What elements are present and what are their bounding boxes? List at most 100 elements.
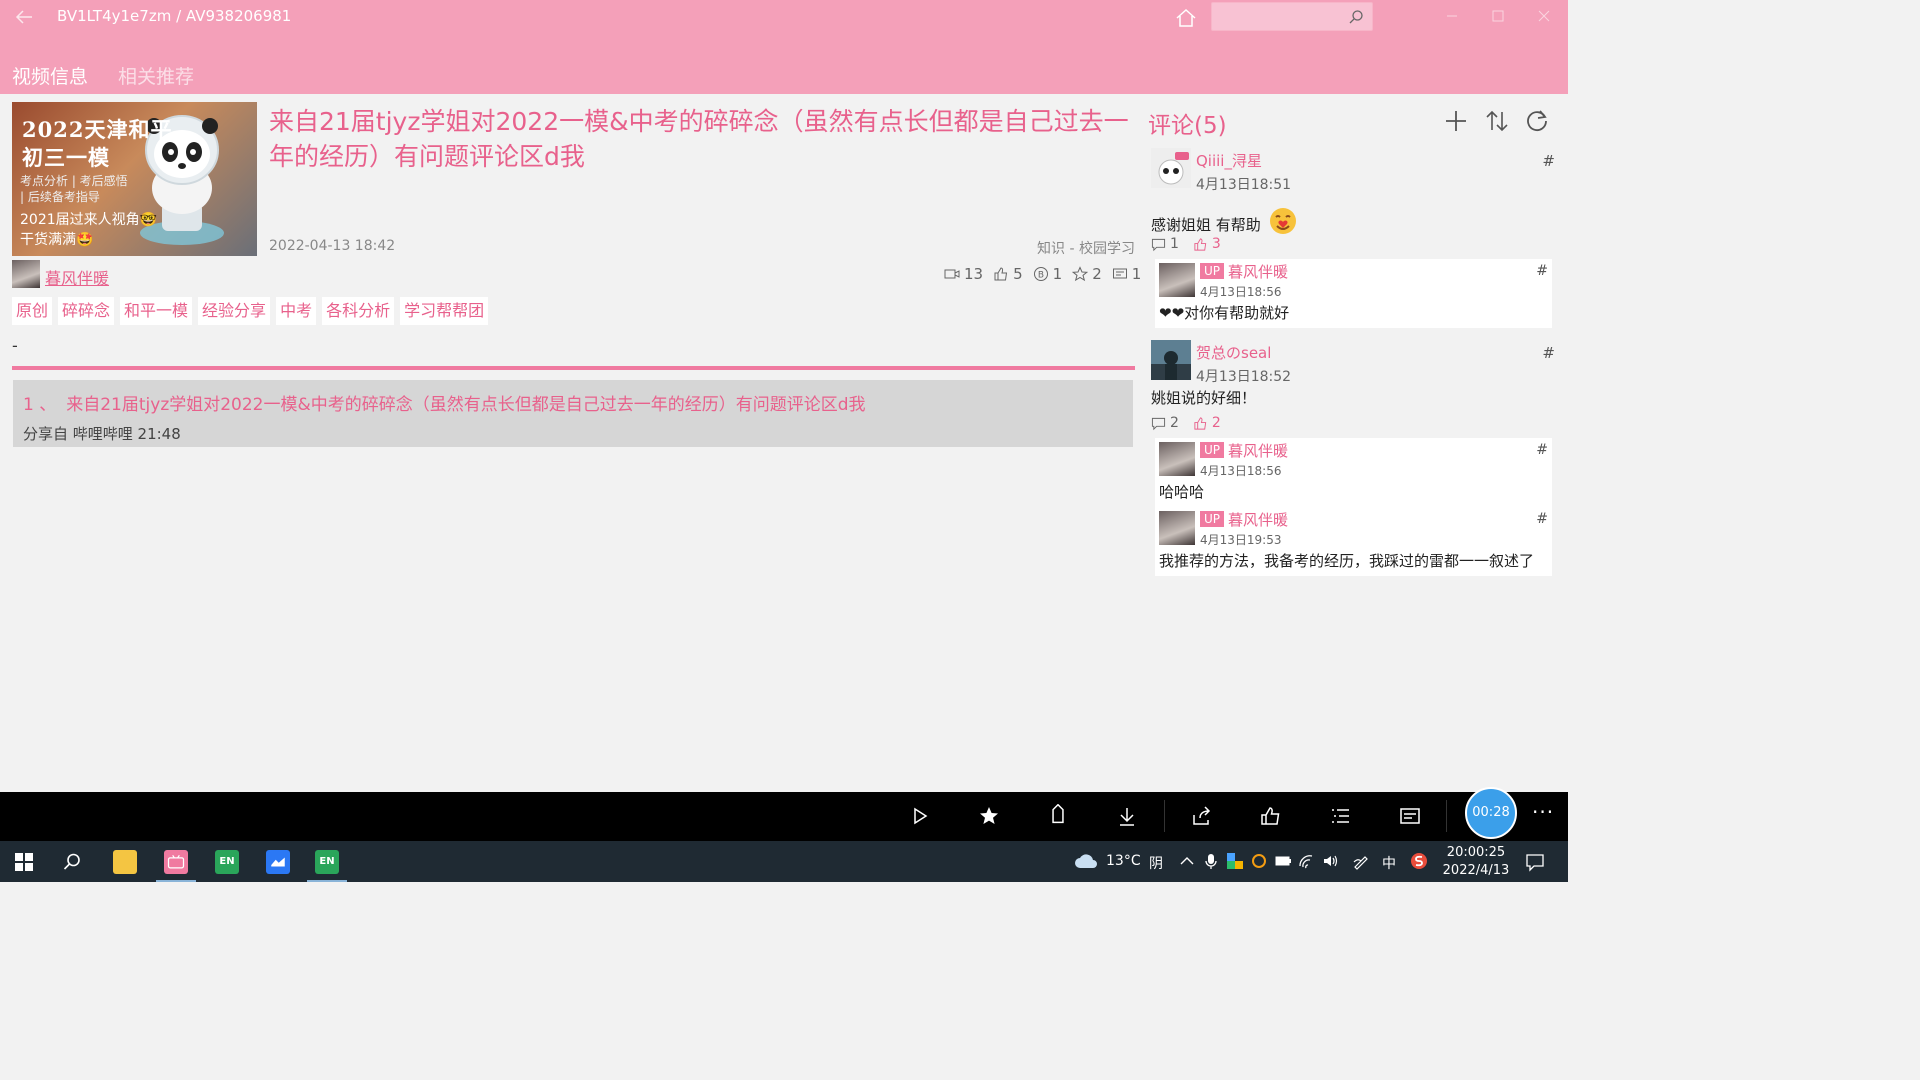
pen-icon[interactable] [1352,852,1370,870]
en-app-icon: EN [215,849,239,874]
file-explorer-app[interactable] [105,841,145,882]
bilibili-icon [164,849,188,874]
reply-text: 我推荐的方法，我备考的经历，我踩过的雷都一一叙述了 [1159,552,1535,570]
speaker-icon[interactable] [1322,852,1340,870]
tag-chip[interactable]: 学习帮帮团 [400,297,489,325]
add-comment-icon[interactable] [1443,108,1469,134]
thumbnail-text-line6: 干货满满🤩 [20,232,94,248]
comment-hash-link[interactable]: # [1542,344,1555,362]
reply-time: 4月13日18:56 [1200,464,1282,478]
search-box[interactable] [1211,2,1373,31]
notification-icon[interactable] [1524,851,1546,873]
comment-text: 姚姐说的好细！ [1151,389,1257,407]
replier-name[interactable]: 暮风伴暖 [1228,261,1288,282]
play-icon[interactable] [908,804,932,828]
clock-date: 2022/4/13 [1442,863,1510,878]
taskbar-search-button[interactable] [52,841,92,882]
up-badge: UP [1200,442,1225,458]
tag-chip[interactable]: 原创 [12,297,53,325]
tag-chip[interactable]: 经验分享 [198,297,271,325]
weather-temperature[interactable]: 13°C [1106,853,1141,869]
en-app-1[interactable]: EN [207,841,247,882]
back-arrow-icon[interactable] [12,6,36,28]
replier-avatar[interactable] [1159,442,1195,476]
caption-icon[interactable] [1398,804,1422,828]
reply-item: UP 暮风伴暖 4月13日19:53 # 我推荐的方法，我备考的经历，我踩过的雷… [1155,507,1552,576]
reply-hash-link[interactable]: # [1536,263,1548,279]
en-app-icon: EN [315,849,339,874]
windows-taskbar: EN EN 13°C 阴 中 20:00:25 2022/4/13 [0,841,1568,882]
download-icon[interactable] [1115,804,1139,828]
tag-chip[interactable]: 各科分析 [322,297,395,325]
thumbnail-text-line4: | 后续备考指导 [20,190,100,204]
weather-description[interactable]: 阴 [1149,853,1163,873]
folder-icon [113,849,137,874]
like-count[interactable]: 2 [1193,415,1221,431]
commenter-name[interactable]: Qiiii_浔星 [1196,150,1262,171]
replier-avatar[interactable] [1159,511,1195,545]
coin-tag-icon[interactable] [1046,803,1070,828]
battery-icon[interactable] [1274,852,1292,870]
maximize-icon[interactable] [1486,6,1510,26]
chevron-up-icon[interactable] [1178,852,1196,870]
sort-icon[interactable] [1484,108,1510,134]
bilibili-app[interactable] [156,841,196,882]
home-icon[interactable] [1174,6,1198,30]
reply-list: UP 暮风伴暖 4月13日18:56 # ❤❤对你有帮助就好 [1155,259,1552,328]
en-app-2[interactable]: EN [307,841,347,882]
part-title-text: 来自21届tjyz学姐对2022一模&中考的碎碎念（虽然有点长但都是自己过去一年… [66,395,866,415]
tab-related[interactable]: 相关推荐 [118,62,194,89]
close-icon[interactable] [1532,6,1556,26]
playlist-icon[interactable] [1329,804,1353,828]
video-thumbnail[interactable]: 2022天津和平 初三一模 考点分析 | 考后感悟 | 后续备考指导 2021届… [12,102,257,256]
views-stat: 13 [944,265,983,283]
replier-avatar[interactable] [1159,263,1195,297]
system-clock[interactable]: 20:00:25 2022/4/13 [1440,844,1512,880]
start-button[interactable] [4,841,44,882]
cloud-app-icon [266,849,290,874]
refresh-icon[interactable] [1524,108,1550,134]
minimize-icon[interactable] [1440,6,1464,26]
share-icon[interactable] [1190,804,1214,828]
danmaku-stat: 1 [1112,265,1141,283]
like-icon[interactable] [1259,804,1283,828]
separator [1164,800,1165,832]
colorful-tray-icon[interactable] [1226,852,1244,870]
tag-chip[interactable]: 中考 [276,297,317,325]
comment-time: 4月13日18:51 [1196,177,1292,193]
reply-count[interactable]: 1 [1151,236,1179,252]
orange-tray-icon[interactable] [1250,852,1268,870]
replier-name[interactable]: 暮风伴暖 [1228,440,1288,461]
thumbnail-text-line2: 初三一模 [22,145,110,170]
replier-name[interactable]: 暮风伴暖 [1228,509,1288,530]
feishu-app[interactable] [258,841,298,882]
part-title: 1 、来自21届tjyz学姐对2022一模&中考的碎碎念（虽然有点长但都是自己过… [23,390,1123,415]
microphone-icon[interactable] [1202,852,1220,870]
reply-hash-link[interactable]: # [1536,511,1548,527]
ime-indicator[interactable]: 中 [1382,853,1396,873]
up-badge: UP [1200,511,1225,527]
like-count[interactable]: 3 [1193,236,1221,252]
video-part-item[interactable]: 1 、来自21届tjyz学姐对2022一模&中考的碎碎念（虽然有点长但都是自己过… [13,380,1133,447]
commenter-name[interactable]: 贺总のseal [1196,342,1271,363]
tab-video-info[interactable]: 视频信息 [12,62,88,89]
thumbs-up-icon [1194,237,1207,251]
wifi-icon[interactable] [1298,852,1316,870]
search-icon[interactable] [1348,9,1364,25]
video-category[interactable]: 知识 - 校园学习 [900,238,1135,258]
comment-hash-link[interactable]: # [1542,152,1555,170]
commenter-avatar[interactable] [1151,340,1191,380]
favorite-star-icon[interactable] [977,804,1001,828]
reply-icon [1151,417,1166,430]
more-options-icon[interactable]: ··· [1532,800,1554,824]
reply-count[interactable]: 2 [1151,415,1179,431]
author-name-link[interactable]: 暮风伴暖 [45,265,109,289]
tag-chip[interactable]: 碎碎念 [58,297,115,325]
video-camera-icon [944,269,960,279]
playback-timer-button[interactable]: 00:28 [1465,787,1517,839]
author-avatar[interactable] [12,260,40,288]
reply-hash-link[interactable]: # [1536,442,1548,458]
tag-chip[interactable]: 和平一模 [120,297,193,325]
commenter-avatar[interactable] [1151,148,1191,188]
sogou-ime-icon[interactable] [1410,852,1428,870]
